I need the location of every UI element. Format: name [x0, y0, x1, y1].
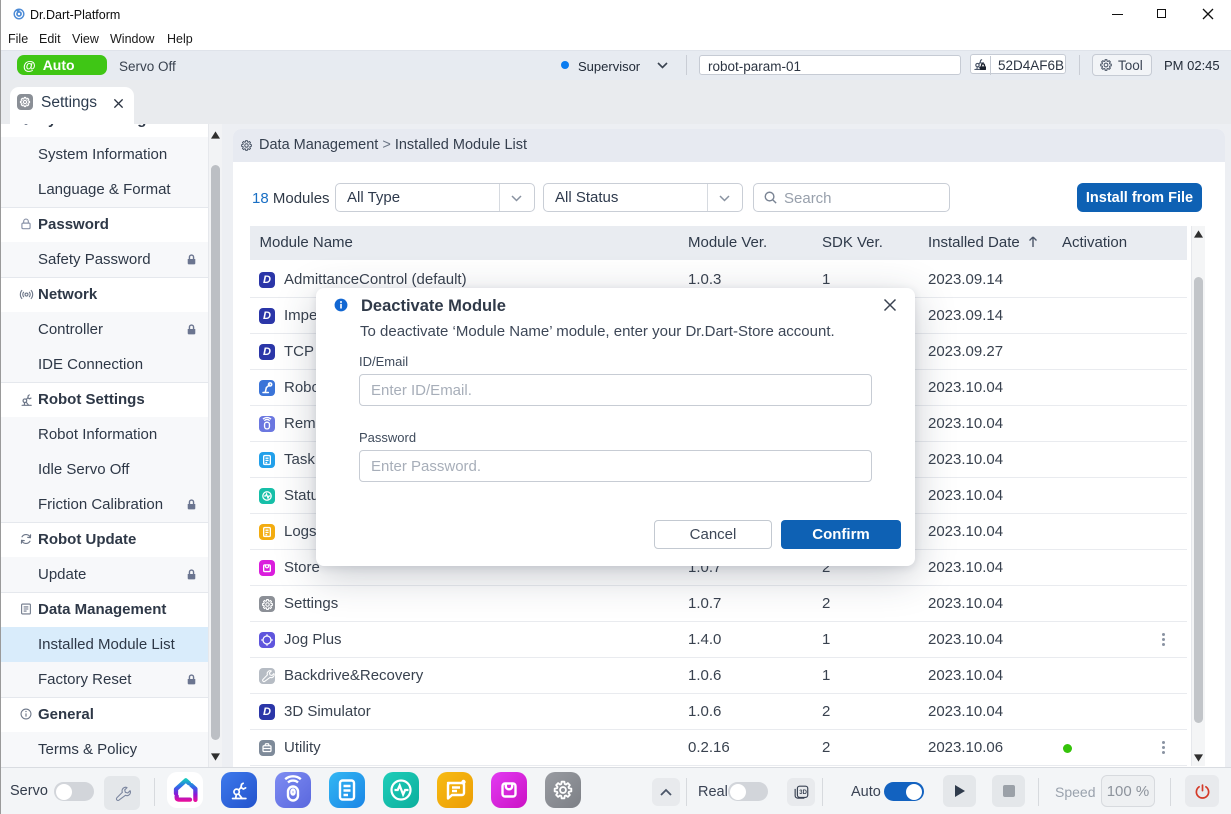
svg-text:3D: 3D [799, 790, 807, 796]
